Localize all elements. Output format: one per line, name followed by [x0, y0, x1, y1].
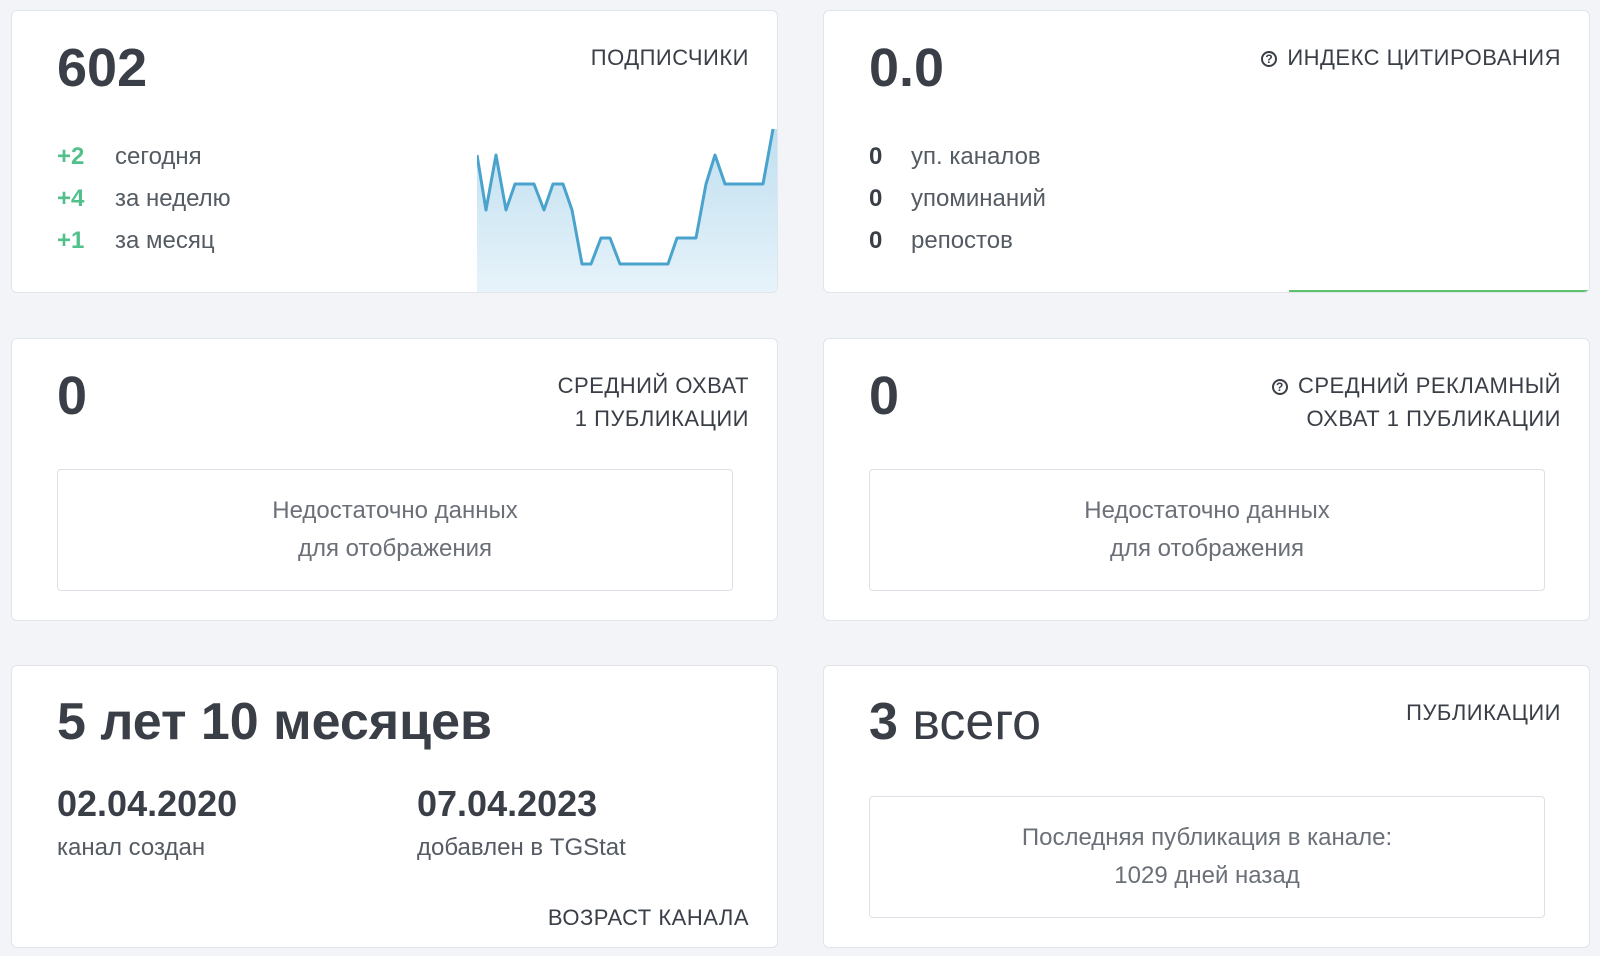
nodata-line2: для отображения: [1109, 535, 1305, 562]
avg-ad-reach-label-line1: СРЕДНИЙ РЕКЛАМНЫЙ: [1297, 373, 1561, 398]
added-date: 07.04.2023: [417, 783, 598, 824]
subscribers-sparkline[interactable]: [477, 117, 777, 292]
stat-row-month: +1 за месяц: [57, 220, 231, 262]
subscribers-card: 602 ПОДПИСЧИКИ +2 сегодня +4 за неделю +1 з…: [11, 10, 778, 293]
publications-label: ПУБЛИКАЦИИ: [1406, 700, 1561, 725]
channel-age-card: 5 лет 10 месяцев 02.04.2020 канал создан…: [11, 665, 778, 948]
avg-reach-nodata-box: Недостаточно данных для отображения: [57, 469, 733, 591]
citation-card: 0.0 ? ИНДЕКС ЦИТИРОВАНИЯ 0 уп. каналов 0 уп…: [823, 10, 1590, 293]
created-date-block: 02.04.2020 канал создан: [57, 786, 237, 862]
added-date-label: добавлен в TGStat: [417, 834, 626, 861]
count-channel-mentions: 0: [869, 143, 883, 170]
citation-baseline: [1289, 290, 1589, 292]
label-channel-mentions: уп. каналов: [911, 143, 1041, 170]
stat-row-reposts: 0 репостов: [869, 220, 1046, 262]
avg-reach-label: СРЕДНИЙ ОХВАТ 1 ПУБЛИКАЦИИ: [558, 369, 749, 435]
help-circle-icon[interactable]: ?: [1261, 51, 1278, 67]
citation-label: ? ИНДЕКС ЦИТИРОВАНИЯ: [1261, 41, 1561, 74]
publications-total: 3 всего: [869, 696, 1041, 748]
channel-age-label: ВОЗРАСТ КАНАЛА: [547, 905, 749, 930]
citation-stats: 0 уп. каналов 0 упоминаний 0 репостов: [869, 136, 1046, 262]
avg-reach-value: 0: [57, 366, 88, 426]
stat-row-mentions: 0 упоминаний: [869, 178, 1046, 220]
created-date: 02.04.2020: [57, 783, 238, 824]
publications-count: 3: [869, 693, 898, 751]
last-publication-line2: 1029 дней назад: [1114, 862, 1300, 889]
delta-today: +2: [57, 143, 85, 170]
stat-row-today: +2 сегодня: [57, 136, 231, 178]
citation-index-value: 0.0: [869, 38, 945, 98]
stat-row-week: +4 за неделю: [57, 178, 231, 220]
avg-ad-reach-label: ? СРЕДНИЙ РЕКЛАМНЫЙ ОХВАТ 1 ПУБЛИКАЦИИ: [1271, 369, 1561, 435]
created-date-label: канал создан: [57, 834, 206, 861]
channel-age-value: 5 лет 10 месяцев: [57, 693, 492, 751]
stat-row-channel-mentions: 0 уп. каналов: [869, 136, 1046, 178]
avg-reach-card: 0 СРЕДНИЙ ОХВАТ 1 ПУБЛИКАЦИИ Недостаточн…: [11, 338, 778, 621]
stat-label-today: сегодня: [115, 143, 202, 170]
avg-ad-reach-value: 0: [869, 366, 900, 426]
subscribers-count: 602: [57, 38, 148, 98]
label-mentions: упоминаний: [911, 185, 1046, 212]
subscribers-stats: +2 сегодня +4 за неделю +1 за месяц: [57, 136, 231, 262]
last-publication-box: Последняя публикация в канале: 1029 дней…: [869, 796, 1545, 918]
nodata-line2: для отображения: [297, 535, 493, 562]
citation-label-text: ИНДЕКС ЦИТИРОВАНИЯ: [1287, 45, 1561, 70]
sparkline-area: [477, 129, 777, 292]
publications-card: 3 всего ПУБЛИКАЦИИ Последняя публикация …: [823, 665, 1590, 948]
added-date-block: 07.04.2023 добавлен в TGStat: [417, 786, 626, 862]
stat-label-week: за неделю: [115, 185, 231, 212]
nodata-line1: Недостаточно данных: [1084, 497, 1330, 524]
nodata-line1: Недостаточно данных: [272, 497, 518, 524]
avg-reach-label-line1: СРЕДНИЙ ОХВАТ: [557, 373, 749, 398]
subscribers-label: ПОДПИСЧИКИ: [590, 45, 749, 70]
label-reposts: репостов: [911, 227, 1013, 254]
last-publication-line1: Последняя публикация в канале:: [1021, 824, 1393, 851]
count-mentions: 0: [869, 185, 883, 212]
stat-label-month: за месяц: [115, 227, 215, 254]
count-reposts: 0: [869, 227, 883, 254]
avg-ad-reach-label-line2: ОХВАТ 1 ПУБЛИКАЦИИ: [1306, 406, 1561, 431]
avg-reach-label-line2: 1 ПУБЛИКАЦИИ: [574, 406, 749, 431]
avg-ad-reach-nodata-box: Недостаточно данных для отображения: [869, 469, 1545, 591]
publications-count-suffix: всего: [912, 693, 1042, 751]
avg-ad-reach-card: 0 ? СРЕДНИЙ РЕКЛАМНЫЙ ОХВАТ 1 ПУБЛИКАЦИИ …: [823, 338, 1590, 621]
delta-week: +4: [57, 185, 85, 212]
help-circle-icon[interactable]: ?: [1271, 379, 1288, 395]
delta-month: +1: [57, 227, 85, 254]
